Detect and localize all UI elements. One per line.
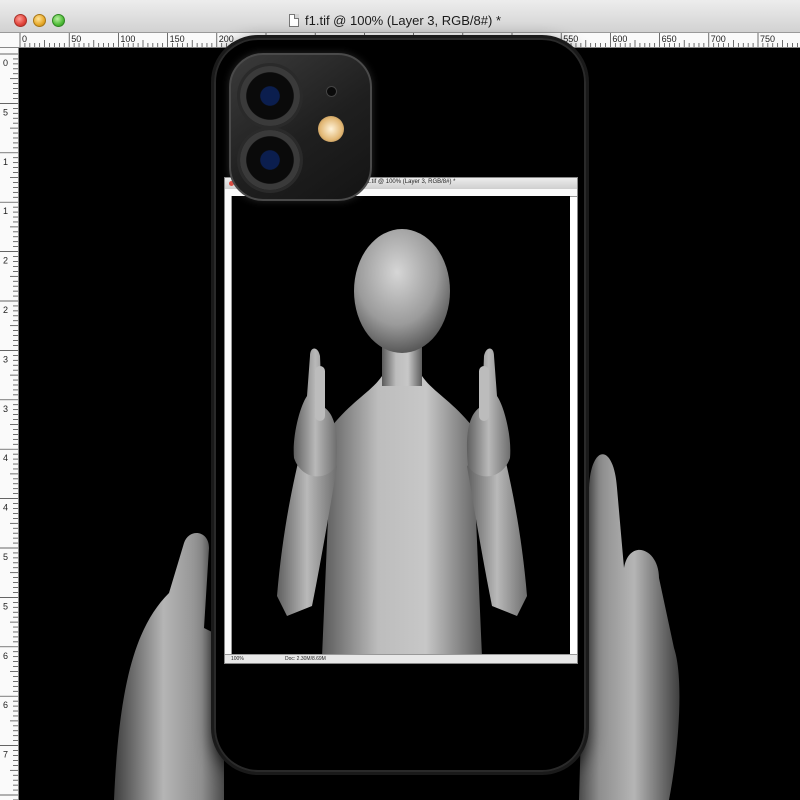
ruler-label: 100 [120,34,135,44]
photoshop-document-window: f1.tif @ 100% (Layer 3, RGB/8#) * 0 50 100… [0,0,800,800]
ruler-label: 4 [3,453,8,463]
inner-status-bar: 100% Doc: 2.30M/8.69M [225,654,577,663]
vertical-ruler[interactable]: 0511223344556677 [0,48,19,800]
document-icon [289,13,299,27]
microphone-hole [327,87,336,96]
figure-right-middle-finger [479,366,489,421]
camera-lens-top [240,66,300,126]
minimize-button[interactable] [33,14,46,27]
ruler-label: 0 [22,34,27,44]
ruler-label: 0 [3,58,8,68]
ruler-label: 2 [3,256,8,266]
figure-torso [322,376,482,657]
ruler-label: 700 [711,34,726,44]
camera-lens-bottom [240,130,300,190]
window-title: f1.tif @ 100% (Layer 3, RGB/8#) * [305,12,502,28]
ruler-label: 5 [3,107,8,117]
ruler-label: 2 [3,305,8,315]
ruler-label: 650 [662,34,677,44]
ruler-label: 5 [3,601,8,611]
inner-doc-size: Doc: 2.30M/8.69M [285,656,326,662]
ruler-label: 6 [3,651,8,661]
ruler-label: 750 [760,34,775,44]
vertical-ruler-ticks: 0511223344556677 [0,53,18,800]
ruler-label: 3 [3,404,8,414]
figure-left-middle-finger [315,366,325,421]
ruler-label: 6 [3,700,8,710]
zoom-button[interactable] [52,14,65,27]
ruler-label: 200 [219,34,234,44]
ruler-label: 1 [3,157,8,167]
figure-artwork [277,229,527,657]
inner-zoom-level: 100% [231,656,244,662]
ruler-label: 3 [3,354,8,364]
ruler-label: 4 [3,503,8,513]
right-hand [579,454,680,800]
ruler-label: 5 [3,552,8,562]
inner-canvas [232,196,570,657]
ruler-label: 50 [71,34,81,44]
inner-vertical-ruler [225,196,232,656]
left-hand [114,532,224,800]
inner-window-title: f1.tif @ 100% (Layer 3, RGB/8#) * [365,179,456,185]
camera-flash [318,116,344,142]
ruler-label: 600 [612,34,627,44]
inner-document-window: f1.tif @ 100% (Layer 3, RGB/8#) * 100% D… [224,177,578,664]
ruler-label: 1 [3,206,8,216]
figure-head [354,229,450,353]
ruler-label: 150 [170,34,185,44]
ruler-label: 550 [563,34,578,44]
ruler-label: 7 [3,750,8,760]
close-button[interactable] [14,14,27,27]
title-bar[interactable]: f1.tif @ 100% (Layer 3, RGB/8#) * [0,0,800,33]
window-title-group: f1.tif @ 100% (Layer 3, RGB/8#) * [289,12,501,28]
